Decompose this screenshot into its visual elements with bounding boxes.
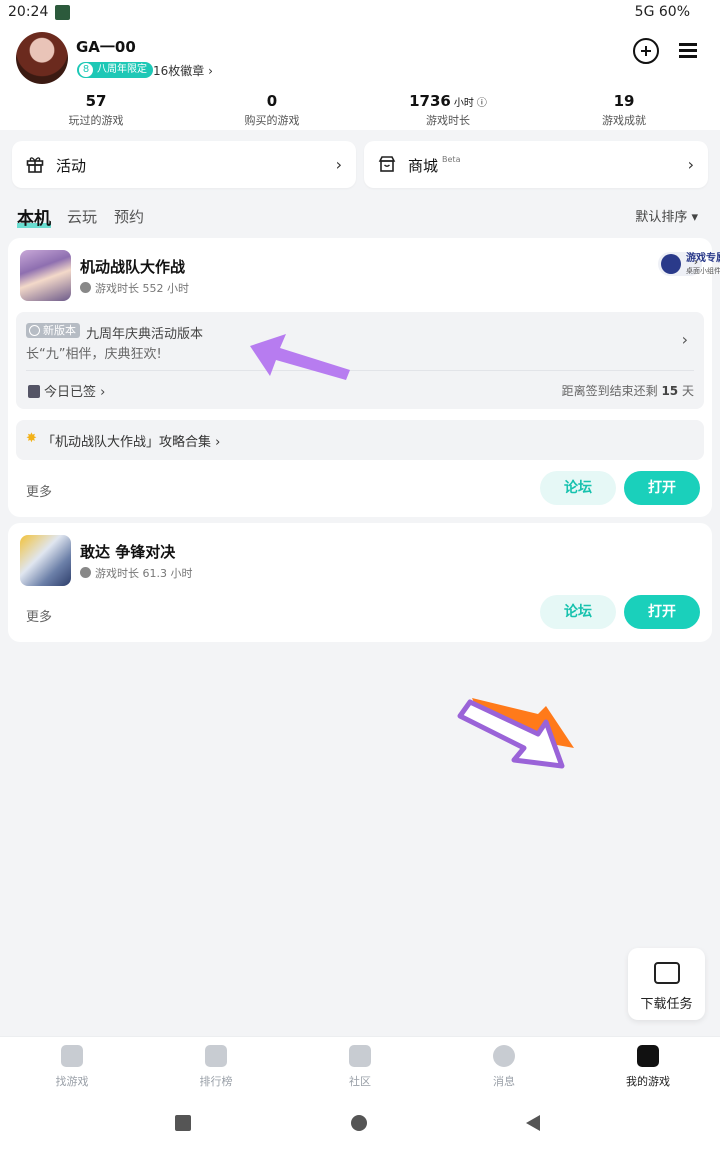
stats-row: 57 玩过的游戏 0 购买的游戏 1736 小时 ⓘ 游戏时长 19 游戏成就 [0,92,720,128]
guide-label: 「机动战队大作战」攻略合集 › [42,435,221,450]
game-name[interactable]: 敢达 争锋对决 [80,541,175,562]
game-playtime: 游戏时长 552 小时 [80,280,189,296]
medal-count-link[interactable]: 16枚徽章 › [153,62,213,79]
tab-local[interactable]: 本机 [17,204,51,229]
home-icon[interactable] [351,1115,367,1131]
timer-icon [80,282,91,293]
nav-my-games[interactable]: 我的游戏 [598,1045,698,1089]
nav-label: 排行榜 [199,1075,233,1088]
nav-label: 社区 [349,1075,371,1088]
game-icon[interactable] [20,250,71,301]
game-icon[interactable] [20,535,71,586]
message-icon [493,1045,515,1067]
sparkle-icon: ✸ [26,431,37,446]
status-bar: 20:24 5G 60% [0,0,720,26]
app-notification-icon [55,5,70,20]
stat-label: 游戏时长 [426,114,470,127]
stat-label: 游戏成就 [602,114,646,127]
back-icon[interactable] [526,1115,540,1131]
game-playtime: 游戏时长 61.3 小时 [80,565,193,581]
chevron-right-icon: › [681,330,688,349]
gift-icon [26,157,44,173]
sort-dropdown[interactable]: 默认排序 ▾ [635,206,698,225]
stat-value: 0 [266,92,278,110]
checkin-status[interactable]: 今日已签 › [28,381,105,400]
stat-value: 57 [85,92,107,110]
username[interactable]: GA一00 [76,36,136,57]
gamepad-icon [661,254,681,274]
store-card[interactable]: 商城 Beta › [364,141,708,188]
nav-community[interactable]: 社区 [310,1045,410,1089]
event-title: 九周年庆典活动版本 [86,327,204,342]
stat-label: 购买的游戏 [244,114,300,127]
profile-header: GA一00 8 八周年限定 16枚徽章 › 57 玩过的游戏 0 购买的游戏 1… [0,26,720,130]
widget-title: 游戏专属 [686,253,720,264]
stat-purchased[interactable]: 0 购买的游戏 [192,92,352,128]
store-label: 商城 Beta [408,155,461,175]
status-indicators: 5G 60% [634,4,690,20]
community-icon [349,1045,371,1067]
forum-button[interactable]: 论坛 [540,471,616,505]
more-link[interactable]: 更多 [26,481,52,500]
menu-icon[interactable] [677,38,703,64]
recents-icon[interactable] [175,1115,191,1131]
avatar[interactable] [16,32,68,84]
beta-tag: Beta [442,155,461,164]
bottom-nav: 找游戏 排行榜 社区 消息 我的游戏 [0,1036,720,1096]
stat-achievements[interactable]: 19 游戏成就 [544,92,704,128]
system-nav-bar [0,1096,720,1152]
download-icon [654,962,680,984]
outline-arrow-annotation [457,698,574,769]
activity-label: 活动 [56,157,87,175]
desktop-widget-badge[interactable]: 游戏专属 桌面小组件 › [658,252,720,276]
chevron-right-icon: › [687,155,694,174]
nav-label: 我的游戏 [626,1075,670,1088]
nav-label: 消息 [493,1075,515,1088]
purple-arrow-annotation [250,334,350,380]
tab-cloud[interactable]: 云玩 [67,206,97,227]
game-card: 敢达 争锋对决 游戏时长 61.3 小时 更多 论坛 打开 [8,523,712,642]
divider [26,370,694,371]
forum-button[interactable]: 论坛 [540,595,616,629]
calendar-check-icon [28,385,40,398]
open-button[interactable]: 打开 [624,595,700,629]
badge-number: 8 [79,63,93,77]
badge-label: 八周年限定 [97,64,147,75]
stat-value: 19 [613,92,635,110]
find-game-icon [61,1045,83,1067]
nav-find-game[interactable]: 找游戏 [22,1045,122,1089]
nav-messages[interactable]: 消息 [454,1045,554,1089]
event-panel[interactable]: 新版本 九周年庆典活动版本 长“九”相伴，庆典狂欢! › 今日已签 › 距离签到… [16,312,704,409]
tab-reserve[interactable]: 预约 [114,206,144,227]
download-task-button[interactable]: 下载任务 [628,948,705,1020]
open-button[interactable]: 打开 [624,471,700,505]
more-link[interactable]: 更多 [26,606,52,625]
game-name[interactable]: 机动战队大作战 [80,256,185,277]
add-icon[interactable] [633,38,659,64]
stat-label: 玩过的游戏 [68,114,124,127]
widget-subtitle: 桌面小组件 [686,267,720,275]
checkin-remaining: 距离签到结束还剩 15 天 [561,384,694,398]
status-time: 20:24 [8,4,49,20]
nav-label: 找游戏 [55,1075,89,1088]
guide-collection-link[interactable]: ✸ 「机动战队大作战」攻略合集 › [16,420,704,460]
download-task-label: 下载任务 [640,997,693,1012]
ranking-icon [205,1045,227,1067]
anniversary-badge[interactable]: 8 八周年限定 [77,62,153,78]
store-icon [378,156,396,172]
nav-ranking[interactable]: 排行榜 [166,1045,266,1089]
stat-value: 1736 小时 ⓘ [409,92,487,110]
my-games-icon [637,1045,659,1067]
stat-played[interactable]: 57 玩过的游戏 [16,92,176,128]
stat-playtime[interactable]: 1736 小时 ⓘ 游戏时长 [368,92,528,128]
chevron-right-icon: › [693,257,698,268]
timer-icon [80,567,91,578]
new-version-tag: 新版本 [26,323,80,338]
game-card: 机动战队大作战 游戏时长 552 小时 游戏专属 桌面小组件 › 新版本 九周年… [8,238,720,517]
event-subtitle: 长“九”相伴，庆典狂欢! [26,347,162,362]
game-tabs: 本机 云玩 预约 默认排序 ▾ [0,200,720,230]
chevron-right-icon: › [335,155,342,174]
activity-card[interactable]: 活动 › [12,141,356,188]
